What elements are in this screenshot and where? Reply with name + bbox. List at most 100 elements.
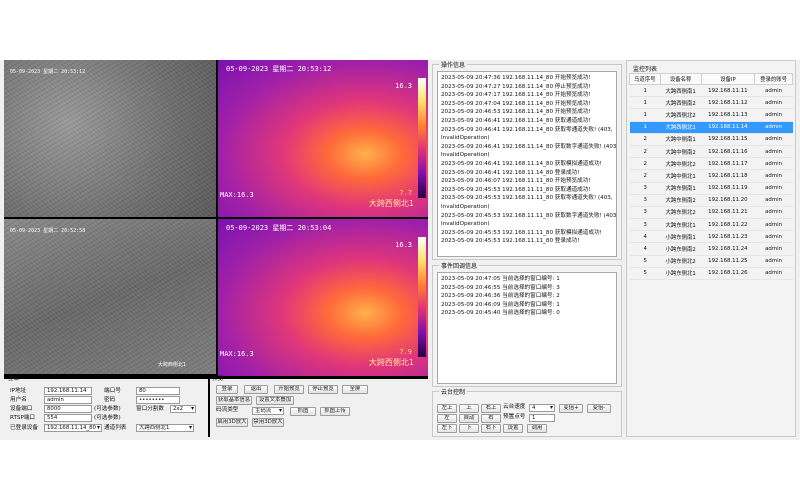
ptz-up-left-button[interactable]: 左上 (437, 404, 457, 413)
capture-upload-button[interactable]: 抓图上传 (320, 407, 350, 416)
ip-input[interactable]: 192.168.11.14 (44, 387, 92, 395)
table-cell: 大跨西侧北1 (660, 121, 702, 134)
ptz-speed-select[interactable]: 4 (529, 404, 555, 412)
video-window-2[interactable]: 05-09-2023 星期二 20:53:12 16.3 MAX:16.3 7.… (218, 60, 428, 217)
table-cell: admin (754, 230, 793, 244)
table-row[interactable]: 3 大跨东侧南1 192.168.11.19 admin (629, 182, 793, 195)
stream-type-label: 码流类型 (216, 407, 239, 413)
logged-device-select[interactable]: 192.168.11.14_80 (44, 424, 102, 432)
table-row[interactable]: 5 小跨东侧北2 192.168.11.25 admin (629, 255, 793, 268)
fullscreen-button[interactable]: 全屏 (342, 385, 368, 394)
ptz-down-button[interactable]: 下 (459, 424, 479, 433)
preset-call-button[interactable]: 调用 (527, 424, 547, 433)
table-cell: 4 (629, 230, 661, 244)
column-header[interactable]: 设备IP (700, 73, 756, 85)
video-timestamp: 05-09-2023 星期二 20:53:12 (10, 69, 86, 75)
log-line: 2023-05-09 20:46:41 192.168.11.14_80 获取通… (441, 117, 591, 124)
table-cell: 1 (629, 108, 661, 122)
port-input[interactable]: 80 (136, 387, 180, 395)
video-window-1[interactable]: 05-09-2023 星期二 20:53:12 (4, 60, 216, 217)
table-row[interactable]: 3 大跨东侧南2 192.168.11.20 admin (629, 194, 793, 207)
preset-set-button[interactable]: 设置 (503, 424, 523, 433)
login-panel: 登录 IP地址 192.168.11.14 端口号 80 用户名 admin 密… (4, 376, 208, 437)
table-cell: 192.168.11.17 (701, 157, 755, 171)
device-port-hint: (可选参数) (94, 406, 121, 412)
table-row[interactable]: 1 大跨西侧北1 192.168.11.14 admin (629, 121, 793, 134)
username-label: 用户名 (10, 397, 27, 403)
table-cell: admin (754, 242, 793, 256)
video-window-3[interactable]: 05-09-2023 星期二 20:52:58 大跨西侧北1 (4, 219, 216, 374)
temperature-min-value: 7.7 (399, 189, 412, 197)
table-row[interactable]: 1 大跨西侧南2 192.168.11.12 admin (629, 96, 793, 110)
password-input[interactable]: •••••••• (136, 396, 180, 404)
table-cell: 大跨西侧南2 (660, 96, 702, 110)
log-line: 2023-05-09 20:47:05 当前选择的窗口编号: 1 (441, 276, 560, 282)
disable-3d-zoom-button[interactable]: 禁用3D放大 (252, 418, 284, 427)
table-row[interactable]: 2 大跨中侧北2 192.168.11.17 admin (629, 157, 793, 171)
table-cell: 192.168.11.19 (701, 182, 755, 195)
table-cell: 小跨东侧南2 (660, 242, 702, 256)
device-list-panel: 监控列表 马道序号 设备名称 设备IP 登录的账号 1 大跨西侧南1 192.168.11… (626, 60, 796, 437)
zoom-out-button[interactable]: 变倍- (587, 404, 611, 413)
table-cell: 大跨中侧北1 (660, 169, 702, 183)
operation-log[interactable]: 2023-05-09 20:47:36 192.168.11.14_80 开始预… (437, 71, 617, 257)
log-line: 2023-05-09 20:46:41 192.168.11.14_80 获取零… (441, 126, 613, 133)
text-overlay-button[interactable]: 设置文本叠加 (256, 396, 294, 405)
column-header[interactable]: 登录的账号 (754, 73, 793, 85)
table-cell: 3 (629, 194, 661, 207)
rtsp-port-input[interactable]: 554 (44, 414, 92, 422)
table-row[interactable]: 4 小跨东侧南1 192.168.11.23 admin (629, 230, 793, 244)
table-row[interactable]: 2 大跨中侧北1 192.168.11.18 admin (629, 169, 793, 183)
login-button[interactable]: 登录 (216, 385, 238, 394)
log-line: 2023-05-09 20:47:04 192.168.11.14_80 开始预… (441, 100, 591, 107)
channel-list-select[interactable]: 大跨西侧北1 (136, 424, 194, 432)
video-window-4[interactable]: 05-09-2023 星期二 20:53:04 16.3 MAX:16.3 7.… (218, 219, 428, 376)
ptz-down-right-button[interactable]: 右下 (481, 424, 501, 433)
log-line: 2023-05-09 20:45:53 192.168.11.11_80 获取零… (441, 195, 613, 202)
log-line: 2023-05-09 20:46:09 当前选择的窗口编号: 1 (441, 301, 560, 308)
ptz-auto-button[interactable]: 自动 (459, 414, 479, 423)
table-row[interactable]: 1 大跨西侧北2 192.168.11.13 admin (629, 108, 793, 122)
table-row[interactable]: 3 大跨东侧北2 192.168.11.21 admin (629, 206, 793, 220)
table-cell: 192.168.11.21 (701, 206, 755, 220)
table-row[interactable]: 5 小跨东侧北1 192.168.11.26 admin (629, 267, 793, 281)
log-line: 2023-05-09 20:46:36 当前选择的窗口编号: 2 (441, 293, 560, 300)
ptz-up-button[interactable]: 上 (459, 404, 479, 413)
table-row[interactable]: 3 大跨东侧北1 192.168.11.22 admin (629, 218, 793, 232)
table-cell: 192.168.11.12 (701, 96, 755, 110)
table-cell: 192.168.11.24 (701, 242, 755, 256)
ptz-down-left-button[interactable]: 左下 (437, 424, 457, 433)
device-port-input[interactable]: 8000 (44, 405, 92, 413)
stop-preview-button[interactable]: 停止预览 (308, 385, 338, 394)
table-row[interactable]: 1 大跨西侧南1 192.168.11.11 admin (629, 84, 793, 98)
get-info-button[interactable]: 获取基本信息 (216, 396, 252, 405)
table-cell: 小跨东侧北1 (660, 267, 702, 281)
log-line: 2023-05-09 20:46:07 192.168.11.11_80 开始预… (441, 178, 591, 185)
table-cell: admin (754, 169, 793, 183)
table-cell: admin (754, 206, 793, 220)
ptz-left-button[interactable]: 左 (437, 414, 457, 423)
split-select[interactable]: 2x2 (170, 405, 196, 413)
table-cell: 2 (629, 157, 661, 171)
stream-type-select[interactable]: 主码流 (252, 407, 284, 415)
enable-3d-zoom-button[interactable]: 启用3D放大 (216, 418, 248, 427)
capture-button[interactable]: 抓图 (290, 407, 316, 416)
column-header[interactable]: 马道序号 (629, 73, 661, 85)
preset-input[interactable]: 1 (529, 414, 555, 422)
table-row[interactable]: 2 大跨中侧南1 192.168.11.15 admin (629, 133, 793, 146)
ptz-right-button[interactable]: 右 (481, 414, 501, 423)
temperature-scale-bar (418, 237, 426, 357)
zoom-in-button[interactable]: 变倍+ (559, 404, 583, 413)
ptz-up-right-button[interactable]: 右上 (481, 404, 501, 413)
column-header[interactable]: 设备名称 (659, 73, 702, 85)
table-cell: 192.168.11.13 (701, 108, 755, 122)
username-input[interactable]: admin (44, 396, 92, 404)
device-table-header: 马道序号 设备名称 设备IP 登录的账号 (629, 73, 793, 85)
table-row[interactable]: 2 大跨中侧南2 192.168.11.16 admin (629, 145, 793, 159)
ptz-panel: 云台控制 左上 上 右上 左 自动 右 左下 下 右下 云台速度 4 变倍+ 变… (432, 387, 622, 437)
event-log[interactable]: 2023-05-09 20:47:05 当前选择的窗口编号: 1 2023-05-… (437, 272, 617, 384)
logout-button[interactable]: 退出 (244, 385, 268, 394)
log-line: 2023-05-09 20:45:53 192.168.11.11_80 获取通… (441, 186, 591, 193)
table-row[interactable]: 4 小跨东侧南2 192.168.11.24 admin (629, 242, 793, 256)
start-preview-button[interactable]: 开始预览 (274, 385, 304, 394)
